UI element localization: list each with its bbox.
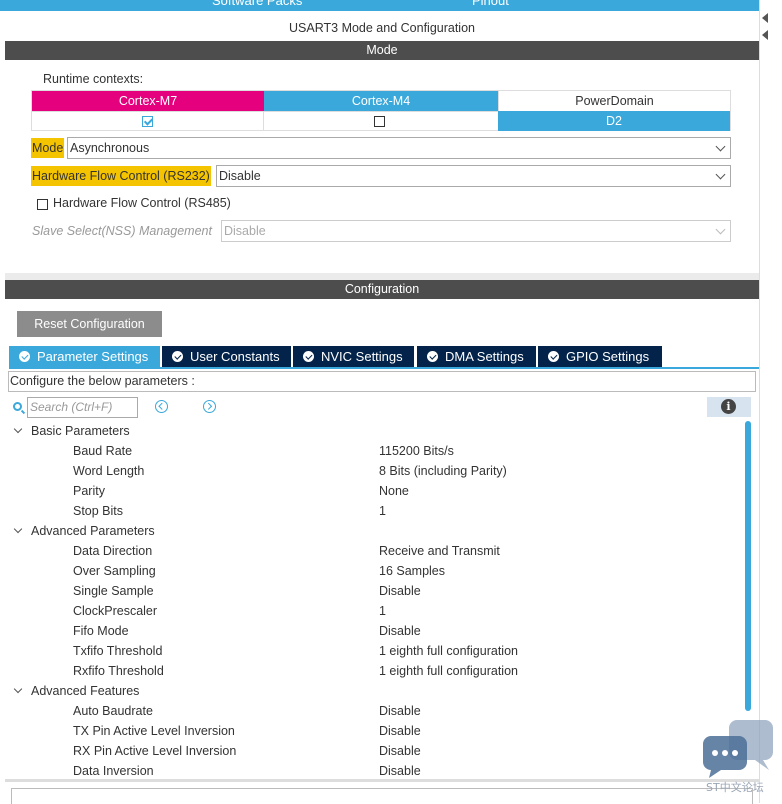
- collapse-arrow-icon[interactable]: [762, 13, 768, 23]
- menu-pinout[interactable]: Pinout: [472, 0, 509, 8]
- tab-dma-settings[interactable]: DMA Settings: [417, 346, 536, 367]
- info-icon: i: [721, 399, 736, 414]
- tab-label: Parameter Settings: [37, 349, 149, 364]
- configuration-section-header: Configuration: [5, 280, 759, 299]
- cortex-m4-checkbox[interactable]: [374, 116, 385, 127]
- next-result-icon[interactable]: [203, 400, 216, 413]
- context-cortex-m4-cell: [264, 111, 498, 131]
- parameter-name[interactable]: Over Sampling: [73, 561, 156, 581]
- runtime-contexts-label: Runtime contexts:: [43, 72, 144, 86]
- slave-select-select[interactable]: Disable: [221, 220, 731, 242]
- tab-label: NVIC Settings: [321, 349, 403, 364]
- check-circle-icon: [427, 351, 438, 362]
- tab-label: User Constants: [190, 349, 280, 364]
- parameter-name[interactable]: Fifo Mode: [73, 621, 129, 641]
- hw-flow-rs485-checkbox[interactable]: [37, 199, 48, 210]
- mode-label: Mode: [31, 138, 65, 158]
- parameter-name[interactable]: Auto Baudrate: [73, 701, 153, 721]
- parameter-value[interactable]: 1 eighth full configuration: [379, 661, 518, 681]
- configure-hint: Configure the below parameters :: [8, 371, 756, 392]
- parameter-name[interactable]: Parity: [73, 481, 105, 501]
- runtime-contexts-table: Cortex-M7 Cortex-M4 PowerDomain D2: [31, 90, 731, 131]
- right-gutter: [759, 0, 782, 803]
- parameter-name[interactable]: Data Direction: [73, 541, 152, 561]
- chevron-down-icon: [715, 169, 726, 180]
- context-powerdomain-header: PowerDomain: [498, 91, 730, 111]
- parameter-name[interactable]: Word Length: [73, 461, 144, 481]
- parameter-value[interactable]: 16 Samples: [379, 561, 445, 581]
- parameter-value[interactable]: 115200 Bits/s: [379, 441, 454, 461]
- parameter-name[interactable]: Single Sample: [73, 581, 154, 601]
- parameter-value[interactable]: Disable: [379, 741, 421, 761]
- scrollbar[interactable]: [745, 421, 751, 711]
- context-cortex-m7-header: Cortex-M7: [32, 91, 264, 111]
- previous-result-icon[interactable]: [155, 400, 168, 413]
- info-button[interactable]: i: [707, 397, 751, 417]
- parameter-name[interactable]: Stop Bits: [73, 501, 123, 521]
- slave-select-value: Disable: [224, 224, 266, 238]
- chevron-down-icon[interactable]: [13, 524, 23, 534]
- mode-select-value: Asynchronous: [70, 141, 150, 155]
- hw-flow-rs232-label: Hardware Flow Control (RS232): [31, 166, 211, 186]
- section-divider: [5, 273, 759, 280]
- tab-label: DMA Settings: [445, 349, 524, 364]
- search-icon: [13, 402, 22, 411]
- parameter-name[interactable]: Baud Rate: [73, 441, 132, 461]
- check-circle-icon: [172, 351, 183, 362]
- parameter-value[interactable]: Receive and Transmit: [379, 541, 500, 561]
- parameter-group[interactable]: Basic Parameters: [31, 421, 130, 441]
- hw-flow-rs232-value: Disable: [219, 169, 261, 183]
- parameter-name[interactable]: RX Pin Active Level Inversion: [73, 741, 236, 761]
- parameter-value[interactable]: 8 Bits (including Parity): [379, 461, 507, 481]
- hw-flow-rs232-select[interactable]: Disable: [216, 165, 731, 187]
- parameter-name[interactable]: TX Pin Active Level Inversion: [73, 721, 235, 741]
- context-cortex-m4-header: Cortex-M4: [264, 91, 498, 111]
- parameter-group[interactable]: Advanced Features: [31, 681, 139, 701]
- window-title: USART3 Mode and Configuration: [5, 15, 759, 41]
- context-cortex-m7-cell: [32, 111, 264, 131]
- chevron-down-icon[interactable]: [13, 424, 23, 434]
- menu-software-packs[interactable]: Software Packs: [212, 0, 302, 8]
- mode-section-header: Mode: [5, 41, 759, 60]
- search-input[interactable]: Search (Ctrl+F): [27, 397, 138, 418]
- tab-label: GPIO Settings: [566, 349, 650, 364]
- parameter-value[interactable]: 1 eighth full configuration: [379, 641, 518, 661]
- check-circle-icon: [303, 351, 314, 362]
- parameter-value[interactable]: Disable: [379, 621, 421, 641]
- bottom-panel: [5, 779, 759, 804]
- reset-configuration-button[interactable]: Reset Configuration: [17, 311, 162, 337]
- parameter-name[interactable]: Txfifo Threshold: [73, 641, 162, 661]
- parameter-value[interactable]: Disable: [379, 581, 421, 601]
- powerdomain-value[interactable]: D2: [498, 111, 730, 131]
- parameter-value[interactable]: Disable: [379, 721, 421, 741]
- tab-parameter-settings[interactable]: Parameter Settings: [9, 346, 160, 367]
- parameter-value[interactable]: 1: [379, 601, 386, 621]
- check-circle-icon: [548, 351, 559, 362]
- bottom-panel-frame: [11, 788, 753, 804]
- chat-bubble-icon: [703, 720, 773, 778]
- mode-select[interactable]: Asynchronous: [67, 137, 731, 159]
- parameter-value[interactable]: Disable: [379, 761, 421, 781]
- chevron-down-icon: [715, 224, 726, 235]
- collapse-arrow-icon[interactable]: [762, 30, 768, 40]
- cortex-m7-checkbox[interactable]: [142, 116, 153, 127]
- chevron-down-icon: [715, 141, 726, 152]
- hw-flow-rs485-label: Hardware Flow Control (RS485): [53, 196, 231, 210]
- tab-underline: [9, 367, 759, 369]
- parameter-value[interactable]: Disable: [379, 701, 421, 721]
- tab-gpio-settings[interactable]: GPIO Settings: [538, 346, 662, 367]
- parameter-value[interactable]: 1: [379, 501, 386, 521]
- tab-user-constants[interactable]: User Constants: [162, 346, 291, 367]
- parameter-name[interactable]: Rxfifo Threshold: [73, 661, 164, 681]
- top-menu-bar: Software Packs Pinout: [0, 0, 782, 11]
- parameter-name[interactable]: Data Inversion: [73, 761, 154, 781]
- parameter-name[interactable]: ClockPrescaler: [73, 601, 157, 621]
- watermark-text: ST中文论坛: [706, 781, 764, 794]
- tab-nvic-settings[interactable]: NVIC Settings: [293, 346, 414, 367]
- slave-select-label: Slave Select(NSS) Management: [32, 224, 212, 238]
- chevron-down-icon[interactable]: [13, 684, 23, 694]
- parameter-group[interactable]: Advanced Parameters: [31, 521, 155, 541]
- parameter-value[interactable]: None: [379, 481, 409, 501]
- check-circle-icon: [19, 351, 30, 362]
